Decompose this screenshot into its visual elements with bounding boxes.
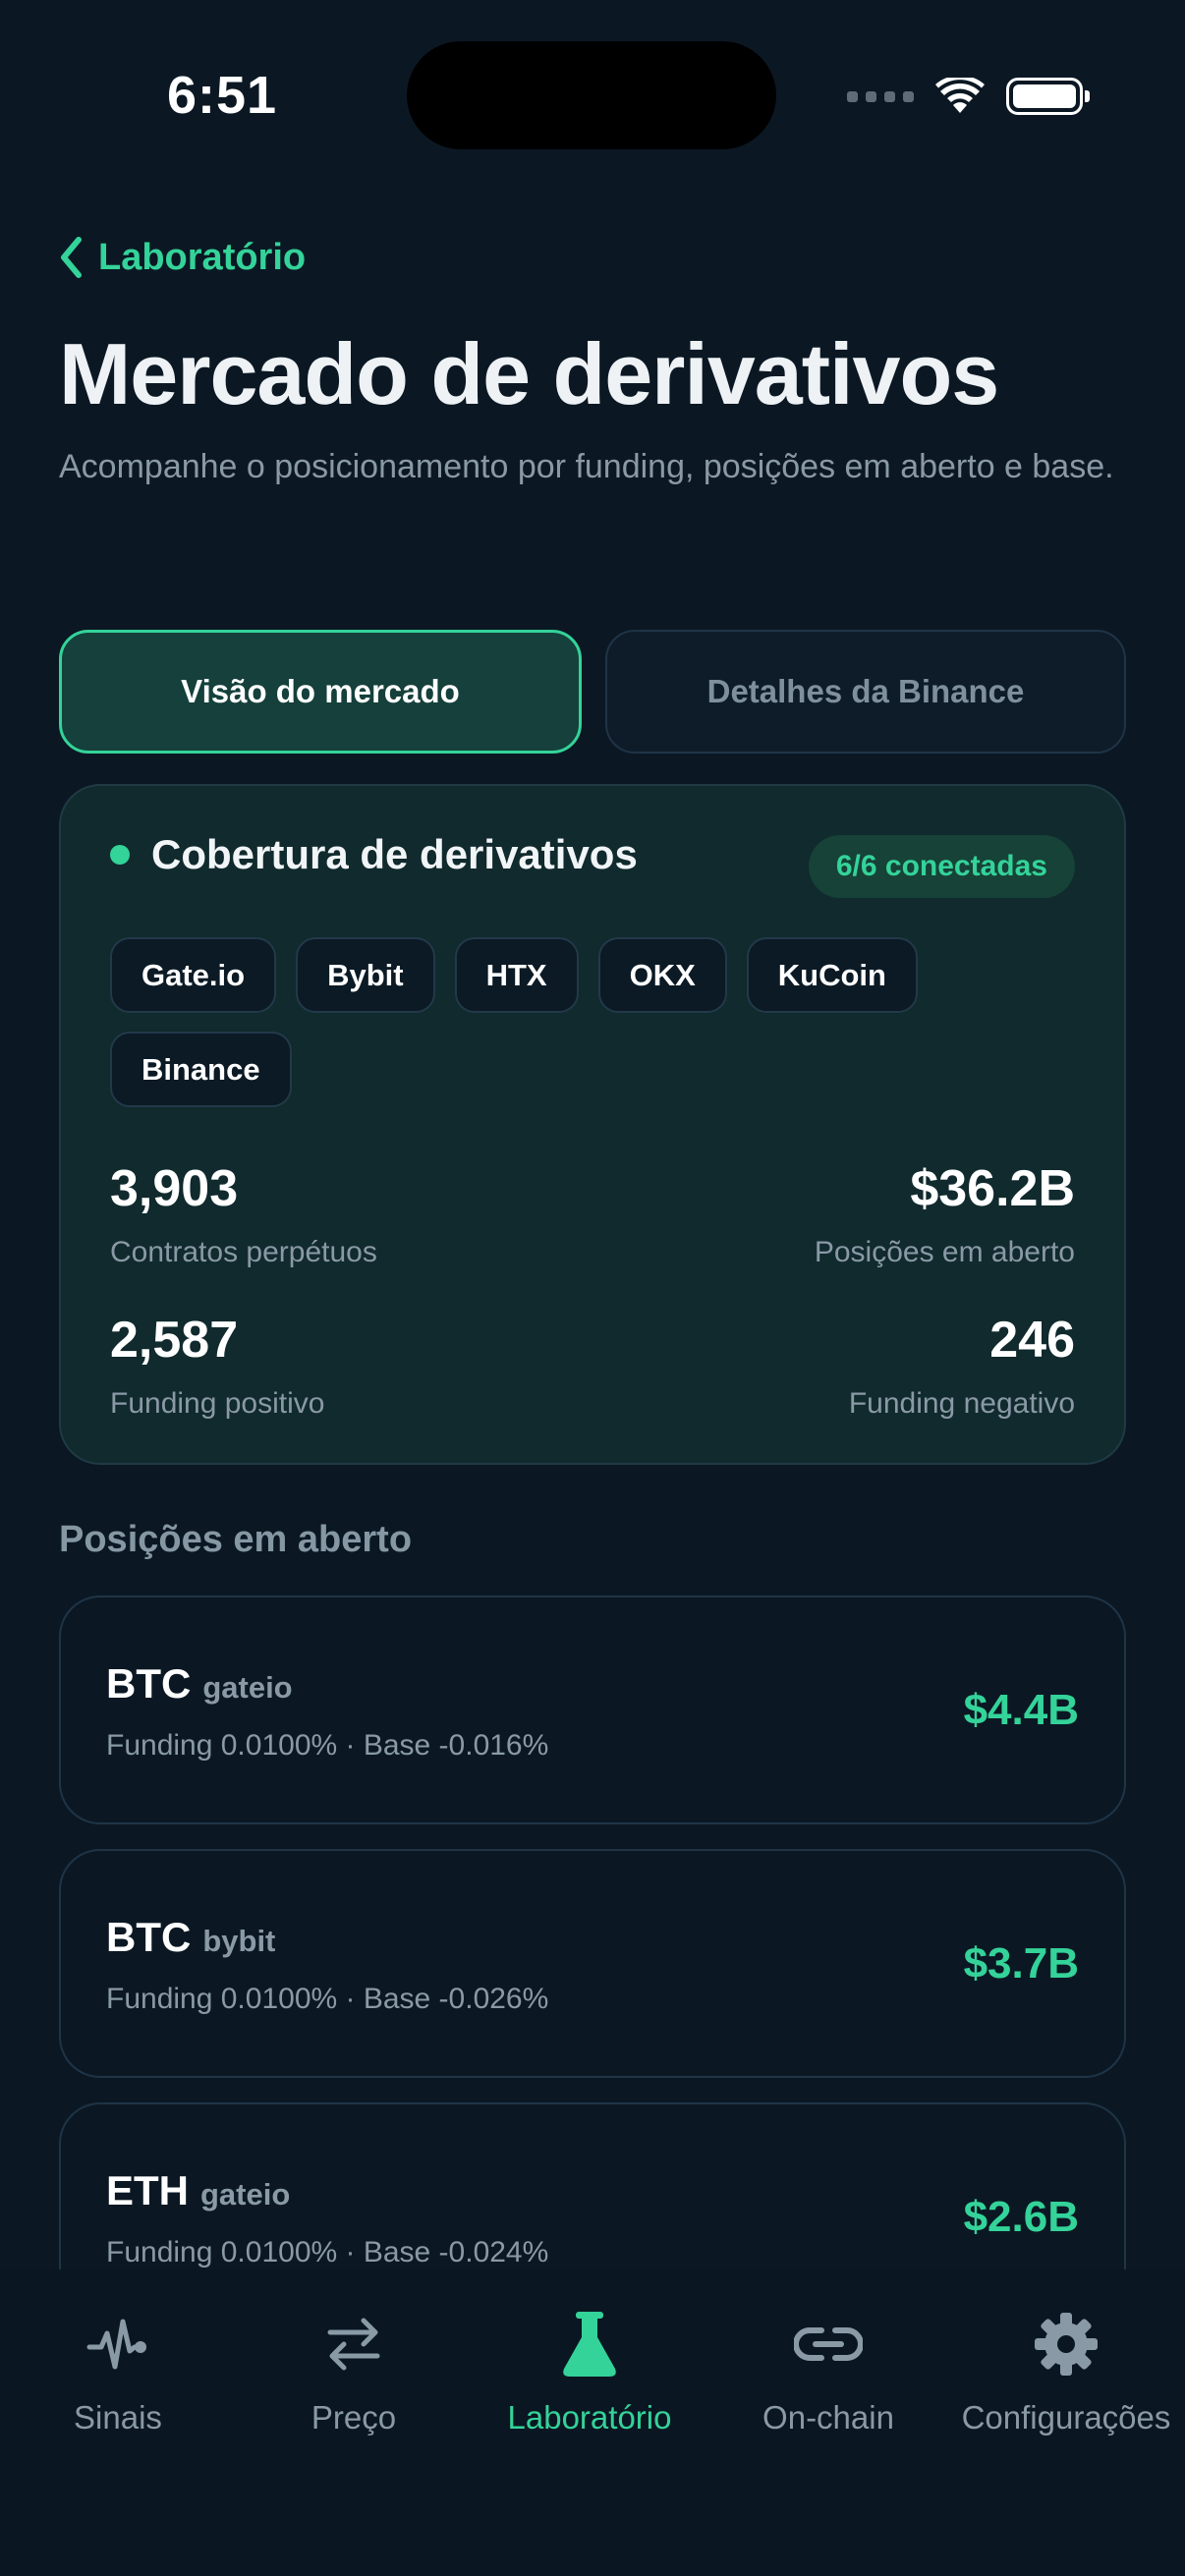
position-card[interactable]: BTC gateio Funding 0.0100% · Base -0.016… xyxy=(59,1596,1126,1824)
position-exchange: bybit xyxy=(202,1924,276,1958)
tabbar-item-signals[interactable]: Sinais xyxy=(0,2305,236,2436)
dynamic-island xyxy=(407,41,776,149)
screen: 6:51 Laboratório Mercado de derivativos … xyxy=(0,0,1185,2576)
position-symbol-row: ETH gateio xyxy=(106,2167,290,2214)
exchange-chip-okx[interactable]: OKX xyxy=(597,937,727,1013)
stat-label: Funding negativo xyxy=(848,1387,1075,1420)
flask-icon xyxy=(558,2305,621,2383)
exchange-chip-gateio[interactable]: Gate.io xyxy=(110,937,277,1013)
tab-market-overview[interactable]: Visão do mercado xyxy=(59,630,582,754)
stat-open-interest: $36.2B Posições em aberto xyxy=(815,1159,1075,1269)
exchange-chip-htx[interactable]: HTX xyxy=(454,937,579,1013)
wifi-icon xyxy=(935,78,985,115)
stat-label: Funding positivo xyxy=(110,1387,325,1420)
link-icon xyxy=(794,2305,863,2383)
position-symbol: ETH xyxy=(106,2167,189,2213)
tabbar-item-settings[interactable]: Configurações xyxy=(948,2305,1184,2436)
bottom-tab-bar: Sinais Preço Laboratório On-chain Config… xyxy=(0,2269,1185,2576)
position-symbol: BTC xyxy=(106,1914,192,1960)
tabbar-label: Preço xyxy=(310,2399,397,2436)
position-symbol: BTC xyxy=(106,1660,192,1707)
back-button[interactable]: Laboratório xyxy=(59,236,306,279)
position-meta: Funding 0.0100% · Base -0.016% xyxy=(106,1729,549,1762)
battery-icon xyxy=(1006,78,1090,115)
exchange-chips: Gate.io Bybit HTX OKX KuCoin Binance xyxy=(110,937,1093,1107)
position-value: $4.4B xyxy=(963,1685,1079,1734)
position-value: $3.7B xyxy=(963,1938,1079,1988)
status-indicators xyxy=(847,71,1090,122)
gear-icon xyxy=(1033,2305,1100,2383)
stat-value: 3,903 xyxy=(110,1160,239,1217)
stat-perpetual-contracts: 3,903 Contratos perpétuos xyxy=(110,1159,377,1269)
pulse-icon xyxy=(85,2305,150,2383)
exchange-chip-bybit[interactable]: Bybit xyxy=(296,937,435,1013)
page-subtitle: Acompanhe o posicionamento por funding, … xyxy=(59,448,1114,485)
segmented-tabs: Visão do mercado Detalhes da Binance xyxy=(59,630,1126,754)
exchange-chip-kucoin[interactable]: KuCoin xyxy=(746,937,918,1013)
back-label: Laboratório xyxy=(98,236,307,278)
status-dot-icon xyxy=(110,845,130,865)
tabbar-item-lab[interactable]: Laboratório xyxy=(472,2305,707,2436)
stat-negative-funding: 246 Funding negativo xyxy=(849,1311,1075,1421)
status-time: 6:51 xyxy=(167,66,278,125)
tabbar-item-price[interactable]: Preço xyxy=(236,2305,472,2436)
connected-badge: 6/6 conectadas xyxy=(808,835,1075,898)
coverage-header: Cobertura de derivativos xyxy=(110,831,638,878)
tab-binance-details[interactable]: Detalhes da Binance xyxy=(605,630,1126,754)
stat-value: $36.2B xyxy=(910,1160,1075,1217)
tabbar-item-onchain[interactable]: On-chain xyxy=(710,2305,946,2436)
position-symbol-row: BTC gateio xyxy=(106,1660,293,1708)
position-exchange: gateio xyxy=(200,2177,291,2212)
tabbar-label: On-chain xyxy=(762,2399,894,2436)
cellular-signal-icon xyxy=(847,90,914,102)
tabbar-label: Sinais xyxy=(74,2399,162,2436)
page-title: Mercado de derivativos xyxy=(59,325,999,422)
position-meta: Funding 0.0100% · Base -0.024% xyxy=(106,2236,549,2268)
position-card[interactable]: BTC bybit Funding 0.0100% · Base -0.026%… xyxy=(59,1849,1126,2078)
chevron-left-icon xyxy=(59,236,85,279)
stat-positive-funding: 2,587 Funding positivo xyxy=(110,1311,324,1421)
position-symbol-row: BTC bybit xyxy=(106,1914,275,1961)
tabbar-label: Configurações xyxy=(961,2399,1171,2436)
stat-label: Posições em aberto xyxy=(814,1236,1075,1268)
position-exchange: gateio xyxy=(202,1670,293,1705)
stat-label: Contratos perpétuos xyxy=(110,1236,377,1268)
tabbar-label: Laboratório xyxy=(507,2399,672,2436)
stat-value: 246 xyxy=(989,1312,1075,1369)
coverage-title: Cobertura de derivativos xyxy=(151,831,638,877)
section-title-open-positions: Posições em aberto xyxy=(59,1519,413,1560)
position-meta: Funding 0.0100% · Base -0.026% xyxy=(106,1983,549,2015)
coverage-card: Cobertura de derivativos 6/6 conectadas … xyxy=(59,784,1126,1465)
swap-arrows-icon xyxy=(322,2305,385,2383)
exchange-chip-binance[interactable]: Binance xyxy=(110,1032,292,1107)
stat-value: 2,587 xyxy=(110,1312,239,1369)
